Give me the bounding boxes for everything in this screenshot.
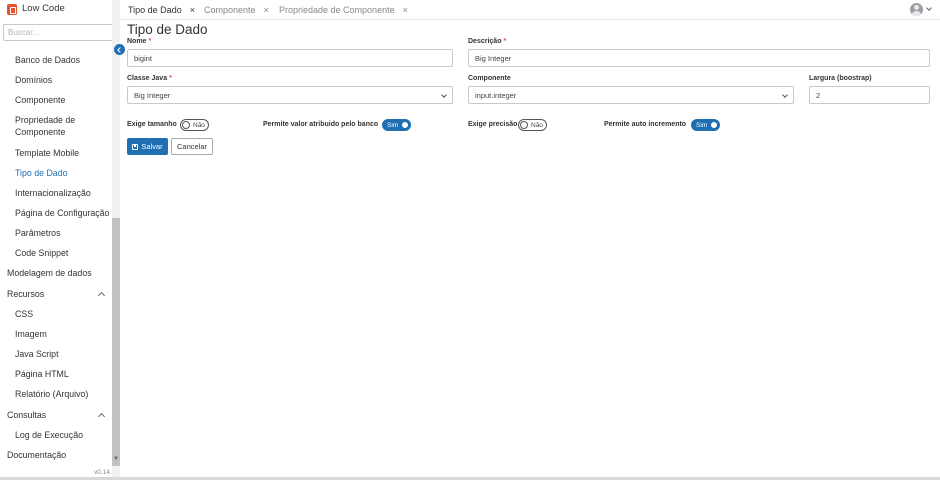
tab-tipo-de-dado[interactable]: Tipo de Dado × [128,0,195,20]
sidebar-item-banco-de-dados[interactable]: Banco de Dados [15,55,80,65]
sidebar-item-componente[interactable]: Componente [15,95,65,105]
required-mark: * [503,38,507,45]
chevron-down-icon [926,5,932,11]
chevron-down-icon [441,92,447,98]
classe-java-label-text: Classe Java [127,75,168,82]
exige-precisao-label: Exige precisão [468,121,518,128]
brand[interactable]: Low Code [0,0,120,20]
permite-valor-banco-toggle[interactable]: Sim [382,119,411,131]
toggle-state: Sim [387,121,399,129]
classe-java-label: Classe Java * [127,75,172,82]
nome-label-text: Nome [127,38,147,45]
sidebar-item-log-de-execucao[interactable]: Log de Execução [15,430,83,440]
save-icon [132,143,139,150]
chevron-up-icon[interactable] [97,412,106,421]
largura-field[interactable]: 2 [809,86,930,104]
chevron-down-icon [782,92,788,98]
nome-value: bigint [134,53,152,63]
tab-label: Tipo de Dado [128,5,182,15]
classe-java-select[interactable]: Big Integer [127,86,453,104]
required-mark: * [169,75,172,82]
componente-value: input.integer [475,90,517,100]
descricao-value: Big Integer [475,53,512,63]
scroll-down-arrow-icon[interactable]: ▼ [113,456,119,462]
close-icon[interactable]: × [264,5,269,15]
exige-tamanho-label: Exige tamanho [127,121,177,128]
close-icon[interactable]: × [190,5,195,15]
sidebar-item-tipo-de-dado[interactable]: Tipo de Dado [15,168,68,178]
save-button[interactable]: Salvar [127,138,168,155]
main-content: Tipo de Dado Nome * bigint Descrição * Big… [120,21,940,480]
toggle-state: Não [531,121,543,129]
componente-select[interactable]: input.integer [468,86,794,104]
chevron-up-icon[interactable] [97,291,106,300]
app-title: Low Code [22,3,65,14]
largura-label: Largura (boostrap) [809,75,872,82]
sidebar-item-code-snippet[interactable]: Code Snippet [15,248,68,258]
sidebar-item-template-mobile[interactable]: Template Mobile [15,148,79,158]
tab-label: Componente [204,5,256,15]
toggle-state: Não [193,121,205,129]
nome-label: Nome * [127,38,151,45]
toggle-knob [401,121,409,129]
tab-bar: Tipo de Dado × Componente × Propriedade … [120,0,940,20]
descricao-label-text: Descrição [468,38,502,45]
largura-value: 2 [816,90,821,100]
toggle-knob [710,121,718,129]
sidebar-item-internacionalizacao[interactable]: Internacionalização [15,188,91,198]
sidebar-search-input[interactable] [3,24,116,41]
close-icon[interactable]: × [403,5,408,15]
descricao-field[interactable]: Big Integer [468,49,930,67]
page-title: Tipo de Dado [127,22,208,37]
exige-tamanho-toggle[interactable]: Não [180,119,209,131]
app-logo-icon [7,4,17,15]
sidebar-item-dominios[interactable]: Domínios [15,75,52,85]
sidebar-item-pagina-de-configuracao[interactable]: Página de Configuração [15,208,109,218]
user-menu[interactable] [910,3,934,17]
descricao-label: Descrição * [468,38,506,45]
save-button-label: Salvar [141,142,163,151]
sidebar-item-consultas[interactable]: Consultas [7,410,46,420]
permite-auto-incremento-label: Permite auto incremento [604,121,687,128]
classe-java-value: Big Integer [134,90,171,100]
sidebar-item-imagem[interactable]: Imagem [15,329,47,339]
toggle-knob [520,121,528,129]
toggle-knob [182,121,190,129]
sidebar-item-recursos[interactable]: Recursos [7,289,44,299]
sidebar: Low Code Banco de Dados Domínios Compone… [0,0,120,480]
nome-field[interactable]: bigint [127,49,453,67]
permite-auto-incremento-toggle[interactable]: Sim [691,119,720,131]
sidebar-item-relatorio-arquivo[interactable]: Relatório (Arquivo) [15,389,88,399]
tab-label: Propriedade de Componente [279,5,395,15]
avatar [910,3,923,16]
sidebar-item-propriedade-de-componente[interactable]: Propriedade de Componente [15,114,105,138]
tab-propriedade-de-componente[interactable]: Propriedade de Componente × [279,0,408,20]
permite-valor-banco-label: Permite valor atribuido pelo banco [263,121,379,128]
sidebar-item-modelagem-de-dados[interactable]: Modelagem de dados [7,268,92,278]
sidebar-item-pagina-html[interactable]: Página HTML [15,369,69,379]
sidebar-item-documentacao[interactable]: Documentação [7,450,66,460]
sidebar-item-css[interactable]: CSS [15,309,33,319]
tab-componente[interactable]: Componente × [204,0,269,20]
sidebar-item-parametros[interactable]: Parâmetros [15,228,60,238]
componente-label: Componente [468,75,511,82]
required-mark: * [148,38,152,45]
exige-precisao-toggle[interactable]: Não [518,119,547,131]
cancel-button[interactable]: Cancelar [171,138,213,155]
toggle-state: Sim [696,121,708,129]
sidebar-item-java-script[interactable]: Java Script [15,349,59,359]
sidebar-scrollbar-thumb[interactable] [112,218,120,466]
